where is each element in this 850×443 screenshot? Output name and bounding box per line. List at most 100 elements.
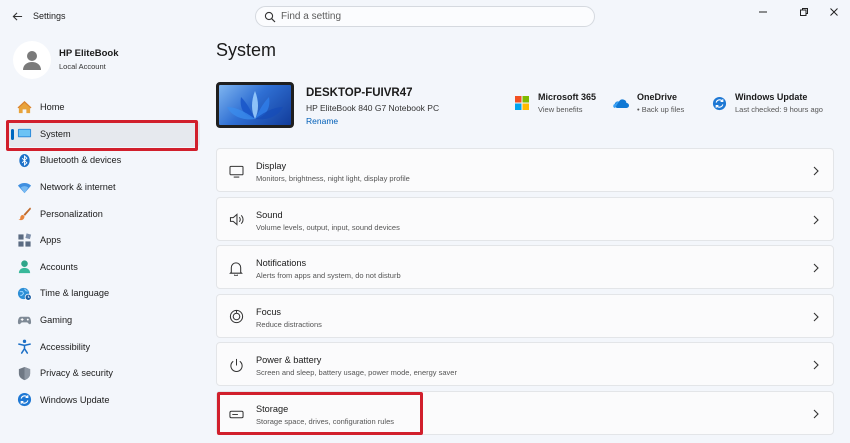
card-title: Display xyxy=(256,161,287,171)
microsoft-365-icon xyxy=(514,95,530,111)
minimize-button[interactable] xyxy=(752,5,774,19)
sidebar-item-label: Windows Update xyxy=(40,394,110,405)
update-icon xyxy=(711,95,727,111)
sidebar-item-system[interactable]: System xyxy=(8,120,200,148)
sidebar-nav: Home System Bluetooth & devices Network … xyxy=(8,94,200,413)
sidebar-item-accounts[interactable]: Accounts xyxy=(8,254,200,281)
sidebar-item-label: Gaming xyxy=(40,315,73,326)
card-power-battery[interactable]: Power & battery Screen and sleep, batter… xyxy=(216,342,834,387)
device-thumbnail xyxy=(216,82,294,128)
card-subtitle: Volume levels, output, input, sound devi… xyxy=(256,222,400,232)
avatar[interactable] xyxy=(13,41,51,79)
sidebar-item-network-internet[interactable]: Network & internet xyxy=(8,174,200,201)
close-button[interactable] xyxy=(823,5,845,19)
chevron-right-icon xyxy=(811,262,821,274)
accessibility-icon xyxy=(17,339,32,354)
search-input[interactable] xyxy=(281,9,581,24)
back-arrow-icon xyxy=(12,11,22,21)
sidebar-item-label: System xyxy=(40,128,71,139)
service-subtitle: Last checked: 9 hours ago xyxy=(735,105,823,114)
card-subtitle: Alerts from apps and system, do not dist… xyxy=(256,271,401,281)
restore-icon xyxy=(800,8,808,16)
card-notifications[interactable]: Notifications Alerts from apps and syste… xyxy=(216,245,834,290)
card-title: Sound xyxy=(256,209,283,220)
chevron-right-icon xyxy=(811,311,821,323)
gamepad-icon xyxy=(17,313,32,328)
display-icon xyxy=(228,163,244,179)
rename-link[interactable]: Rename xyxy=(306,116,338,126)
focus-icon xyxy=(228,309,244,325)
speaker-icon xyxy=(228,212,244,228)
service-title: OneDrive xyxy=(637,92,678,102)
system-icon xyxy=(17,126,32,141)
title-bar: Settings xyxy=(0,0,850,34)
card-storage[interactable]: Storage Storage space, drives, configura… xyxy=(216,391,834,435)
service-microsoft-365[interactable]: Microsoft 365 View benefits xyxy=(514,92,596,114)
chevron-right-icon xyxy=(811,165,821,177)
sidebar-item-bluetooth-devices[interactable]: Bluetooth & devices xyxy=(8,147,200,174)
search-box[interactable] xyxy=(255,6,595,27)
user-icon xyxy=(23,51,41,70)
card-sound[interactable]: Sound Volume levels, output, input, soun… xyxy=(216,196,834,241)
app-title: Settings xyxy=(33,11,66,21)
maximize-button[interactable] xyxy=(793,5,815,19)
sidebar-item-label: Personalization xyxy=(40,208,103,219)
active-indicator xyxy=(11,128,14,140)
accounts-icon xyxy=(17,259,32,274)
service-subtitle: View benefits xyxy=(538,105,583,114)
onedrive-icon xyxy=(613,95,629,111)
sidebar-item-time-language[interactable]: Time & language xyxy=(8,280,200,307)
bluetooth-icon xyxy=(17,153,32,168)
storage-icon xyxy=(228,406,244,422)
service-onedrive[interactable]: OneDrive • Back up files xyxy=(613,92,684,114)
power-icon xyxy=(228,357,244,373)
card-title: Storage xyxy=(256,404,289,414)
brush-icon xyxy=(17,206,32,221)
card-title: Focus xyxy=(256,306,282,317)
sidebar-item-home[interactable]: Home xyxy=(8,94,200,121)
card-subtitle: Reduce distractions xyxy=(256,319,322,329)
sidebar-item-privacy-security[interactable]: Privacy & security xyxy=(8,360,200,387)
globe-clock-icon xyxy=(17,286,32,301)
sidebar-item-label: Accessibility xyxy=(40,341,91,352)
apps-icon xyxy=(17,233,32,248)
sidebar-item-label: Accounts xyxy=(40,261,78,272)
home-icon xyxy=(17,100,32,115)
sidebar-item-label: Network & internet xyxy=(40,182,116,193)
shield-icon xyxy=(17,366,32,381)
chevron-right-icon xyxy=(811,214,821,226)
page-title: System xyxy=(216,40,277,60)
sidebar-item-accessibility[interactable]: Accessibility xyxy=(8,333,200,360)
sidebar-item-personalization[interactable]: Personalization xyxy=(8,200,200,227)
card-title: Power & battery xyxy=(256,355,322,366)
update-icon xyxy=(17,392,32,407)
bell-icon xyxy=(228,260,244,276)
device-model: HP EliteBook 840 G7 Notebook PC xyxy=(306,103,440,113)
profile-account-type: Local Account xyxy=(59,62,106,71)
card-subtitle: Screen and sleep, battery usage, power m… xyxy=(256,368,457,378)
card-subtitle: Storage space, drives, configuration rul… xyxy=(256,417,394,426)
sidebar-item-label: Apps xyxy=(40,235,61,246)
sidebar-item-label: Home xyxy=(40,102,65,113)
service-title: Windows Update xyxy=(735,92,808,102)
sidebar-item-apps[interactable]: Apps xyxy=(8,227,200,254)
sidebar-item-label: Time & language xyxy=(40,288,110,299)
close-icon xyxy=(830,8,838,16)
minimize-icon xyxy=(759,11,767,13)
sidebar-item-windows-update[interactable]: Windows Update xyxy=(8,387,200,414)
card-display[interactable]: Display Monitors, brightness, night ligh… xyxy=(216,148,834,192)
card-focus[interactable]: Focus Reduce distractions xyxy=(216,293,834,338)
card-subtitle: Monitors, brightness, night light, displ… xyxy=(256,174,410,183)
network-icon xyxy=(17,180,32,195)
sidebar-item-gaming[interactable]: Gaming xyxy=(8,307,200,334)
sidebar-item-label: Privacy & security xyxy=(40,368,114,379)
chevron-right-icon xyxy=(811,408,821,420)
service-subtitle: • Back up files xyxy=(637,105,685,114)
card-title: Notifications xyxy=(256,258,307,269)
profile-name: HP EliteBook xyxy=(59,48,119,59)
wallpaper-bloom-icon xyxy=(227,91,283,120)
device-name: DESKTOP-FUIVR47 xyxy=(306,87,413,99)
service-title: Microsoft 365 xyxy=(538,92,597,102)
service-windows-update[interactable]: Windows Update Last checked: 9 hours ago xyxy=(711,92,823,114)
back-button[interactable] xyxy=(8,7,26,25)
